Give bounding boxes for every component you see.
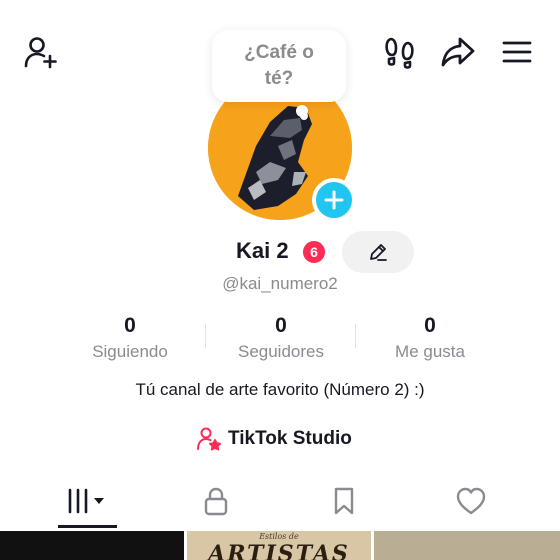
profile-views-button[interactable]: [380, 32, 420, 72]
tiktok-studio-link[interactable]: TikTok Studio: [196, 425, 352, 453]
thumbnail-caption-big: ARTISTAS: [208, 541, 350, 560]
stat-following[interactable]: 0 Siguiendo: [55, 312, 205, 362]
footprints-icon: [385, 37, 414, 69]
lock-icon: [204, 487, 228, 516]
add-friend-icon: [24, 37, 57, 69]
username: @kai_numero2: [222, 274, 338, 293]
share-icon: [441, 37, 475, 67]
profile-note-bubble[interactable]: ¿Café o té?: [212, 30, 346, 102]
add-avatar-button[interactable]: [312, 178, 356, 222]
notification-badge[interactable]: 6: [301, 239, 327, 265]
notification-count: 6: [310, 244, 318, 260]
stat-value: 0: [424, 314, 436, 337]
stat-label: Seguidores: [237, 342, 324, 361]
video-thumbnail[interactable]: [0, 531, 184, 560]
tab-private[interactable]: [186, 478, 246, 524]
stat-likes[interactable]: 0 Me gusta: [355, 312, 505, 362]
plus-icon: [324, 190, 344, 210]
stat-followers[interactable]: 0 Seguidores: [206, 312, 356, 362]
active-tab-indicator: [58, 525, 117, 528]
display-name: Kai 2: [236, 238, 289, 263]
bookmark-icon: [334, 487, 354, 515]
tab-videos[interactable]: [56, 478, 116, 524]
video-thumbnail[interactable]: Estilos de ARTISTAS: [187, 531, 371, 560]
profile-note-text: ¿Café o té?: [244, 42, 314, 89]
creator-person-star-icon: [197, 427, 221, 451]
add-friend-button[interactable]: [20, 32, 60, 72]
share-profile-button[interactable]: [438, 32, 478, 72]
tiktok-studio-label: TikTok Studio: [228, 428, 352, 449]
menu-button[interactable]: [497, 32, 537, 72]
heart-icon: [456, 487, 486, 515]
note-bubble-tail: [296, 105, 308, 117]
stat-label: Me gusta: [395, 342, 465, 361]
edit-profile-button[interactable]: [342, 231, 414, 273]
stat-value: 0: [124, 314, 136, 337]
pencil-icon: [370, 244, 387, 261]
profile-name-row: Kai 2: [0, 232, 560, 272]
tab-liked[interactable]: [441, 478, 501, 524]
stat-label: Siguiendo: [92, 342, 168, 361]
tab-saved[interactable]: [314, 478, 374, 524]
grid-bars-icon: [68, 488, 104, 514]
menu-icon: [502, 41, 532, 63]
thumbnail-caption-small: Estilos de: [259, 532, 299, 541]
profile-bio: Tú canal de arte favorito (Número 2) :): [135, 380, 425, 399]
stat-value: 0: [275, 314, 287, 337]
video-thumbnail[interactable]: [374, 531, 560, 560]
